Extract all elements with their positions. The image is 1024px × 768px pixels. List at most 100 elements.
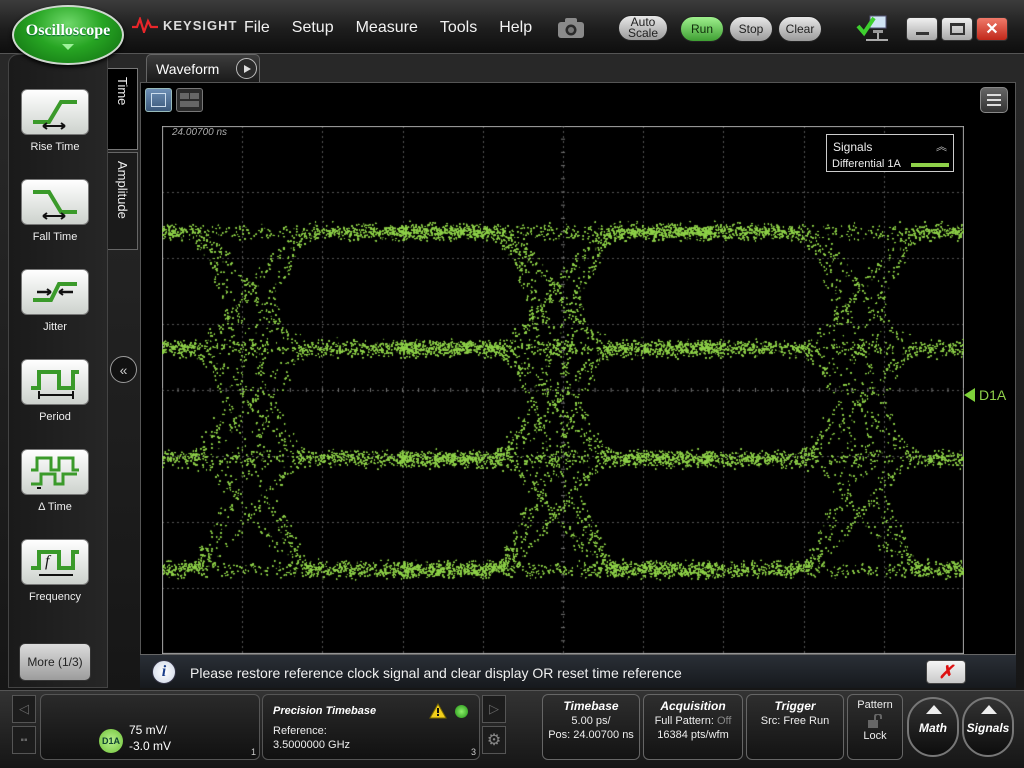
minimize-button[interactable] xyxy=(906,17,938,41)
more-tools-button[interactable]: More (1/3) xyxy=(19,643,91,681)
tab-waveform-label: Waveform xyxy=(156,61,220,77)
reference-label: Reference: xyxy=(273,725,327,737)
signals-legend[interactable]: Signals ︽ Differential 1A xyxy=(826,134,954,172)
status-led-icon xyxy=(455,705,468,718)
math-label: Math xyxy=(919,721,947,735)
tool-label: Jitter xyxy=(43,321,67,333)
precision-timebase-panel[interactable]: Precision Timebase Reference: 3.5000000 … xyxy=(262,694,480,760)
lock-label: Lock xyxy=(863,730,887,742)
scroll-right-button[interactable]: ▷ xyxy=(482,695,506,723)
menu-bar: File Setup Measure Tools Help xyxy=(244,19,554,37)
close-icon: ✕ xyxy=(985,21,999,38)
tab-waveform[interactable]: Waveform xyxy=(146,54,260,82)
network-status-icon[interactable] xyxy=(856,14,890,47)
rise-time-tool[interactable]: Rise Time xyxy=(19,89,91,153)
tool-label: Period xyxy=(39,411,71,423)
legend-swatch xyxy=(911,163,949,167)
single-grid-layout-button[interactable] xyxy=(145,88,172,112)
grid-icon: ▪▪ xyxy=(20,734,28,746)
chevron-down-icon xyxy=(62,44,74,50)
close-button[interactable]: ✕ xyxy=(976,17,1008,41)
channel-marker[interactable]: D1A xyxy=(964,387,1006,403)
channel-marker-label: D1A xyxy=(979,387,1007,403)
maximize-button[interactable] xyxy=(941,17,973,41)
panel-index: 3 xyxy=(470,747,476,757)
dismiss-message-button[interactable]: ✗ xyxy=(926,660,966,684)
svg-text:f: f xyxy=(45,553,52,570)
scroll-left-button[interactable]: ◁ xyxy=(12,695,36,723)
panel-index: 1 xyxy=(250,747,256,757)
delta-time-tool[interactable]: Δ Time xyxy=(19,449,91,513)
triangle-up-icon xyxy=(926,705,942,714)
marker-arrow-icon xyxy=(964,388,975,402)
play-icon[interactable] xyxy=(236,58,257,79)
oscilloscope-app-button[interactable]: Oscilloscope xyxy=(12,5,124,65)
channel-grid-button[interactable]: ▪▪ xyxy=(12,726,36,754)
tab-amplitude[interactable]: Amplitude xyxy=(108,152,138,250)
precision-title: Precision Timebase xyxy=(273,705,377,717)
menu-file[interactable]: File xyxy=(244,19,270,37)
jitter-tool[interactable]: Jitter xyxy=(19,269,91,333)
channel-setting-panel[interactable]: D1A 75 mV/ -3.0 mV 1 xyxy=(40,694,260,760)
stop-button[interactable]: Stop xyxy=(729,16,773,42)
timebase-panel[interactable]: Timebase 5.00 ps/ Pos: 24.00700 ns xyxy=(542,694,640,760)
menu-help[interactable]: Help xyxy=(499,19,532,37)
info-icon: i xyxy=(152,660,176,684)
signals-label: Signals xyxy=(966,721,1010,735)
fall-time-icon xyxy=(21,179,89,225)
acquisition-title: Acquisition xyxy=(660,699,726,713)
pattern-title: Pattern xyxy=(857,699,893,711)
menu-measure[interactable]: Measure xyxy=(356,19,418,37)
tab-time-label: Time xyxy=(115,77,130,106)
frequency-tool[interactable]: f Frequency xyxy=(19,539,91,603)
channel-badge: D1A xyxy=(99,729,123,753)
time-reference-label: 24.00700 ns xyxy=(172,127,228,138)
message-bar: i Please restore reference clock signal … xyxy=(140,654,1016,688)
split-grid-layout-button[interactable] xyxy=(176,88,203,112)
signals-button[interactable]: Signals xyxy=(962,697,1014,757)
points-per-waveform: 16384 pts/wfm xyxy=(657,729,729,741)
frequency-icon: f xyxy=(21,539,89,585)
full-pattern-value: Off xyxy=(716,715,732,727)
oscilloscope-window: KEYSIGHT File Setup Measure Tools Help A… xyxy=(0,0,1024,768)
keysight-wave-icon xyxy=(132,17,158,33)
acquisition-panel[interactable]: Acquisition Full Pattern: Off 16384 pts/… xyxy=(643,694,743,760)
timebase-scale: 5.00 ps/ xyxy=(571,715,611,727)
run-button[interactable]: Run xyxy=(680,16,724,42)
auto-scale-button[interactable]: Auto Scale xyxy=(618,15,668,41)
waveform-menu-button[interactable] xyxy=(980,87,1008,113)
brand-name: KEYSIGHT xyxy=(163,17,238,33)
trigger-panel[interactable]: Trigger Src: Free Run xyxy=(746,694,844,760)
triangle-up-icon xyxy=(981,705,997,714)
legend-title: Signals xyxy=(833,140,873,154)
message-text: Please restore reference clock signal an… xyxy=(190,665,682,681)
double-chevron-left-icon: « xyxy=(119,361,128,378)
menu-setup[interactable]: Setup xyxy=(292,19,334,37)
fall-time-tool[interactable]: Fall Time xyxy=(19,179,91,243)
app-title: Oscilloscope xyxy=(25,22,111,39)
collapse-panel-button[interactable]: « xyxy=(110,356,137,383)
jitter-icon xyxy=(21,269,89,315)
math-button[interactable]: Math xyxy=(907,697,959,757)
chevron-up-icon[interactable]: ︽ xyxy=(936,138,947,154)
warning-icon xyxy=(429,702,447,724)
trigger-title: Trigger xyxy=(774,699,816,713)
channel-offset: -3.0 mV xyxy=(129,739,172,753)
tool-label: Frequency xyxy=(29,591,81,603)
pattern-lock-panel[interactable]: Pattern Lock xyxy=(847,694,903,760)
tool-label: Rise Time xyxy=(30,141,80,153)
full-pattern-label: Full Pattern: xyxy=(654,715,717,727)
period-tool[interactable]: Period xyxy=(19,359,91,423)
screenshot-camera-icon[interactable] xyxy=(556,16,586,40)
reference-value: 3.5000000 GHz xyxy=(273,739,351,751)
settings-gear-button[interactable]: ⚙ xyxy=(482,726,506,754)
channel-scale: 75 mV/ xyxy=(129,723,168,737)
menu-tools[interactable]: Tools xyxy=(440,19,477,37)
tab-amplitude-label: Amplitude xyxy=(115,161,130,219)
delta-time-icon xyxy=(21,449,89,495)
tool-label: Δ Time xyxy=(38,501,72,513)
eye-diagram-display[interactable] xyxy=(162,126,964,654)
clear-button[interactable]: Clear xyxy=(778,16,822,42)
timebase-position: Pos: 24.00700 ns xyxy=(548,729,634,741)
tab-time[interactable]: Time xyxy=(108,68,138,150)
